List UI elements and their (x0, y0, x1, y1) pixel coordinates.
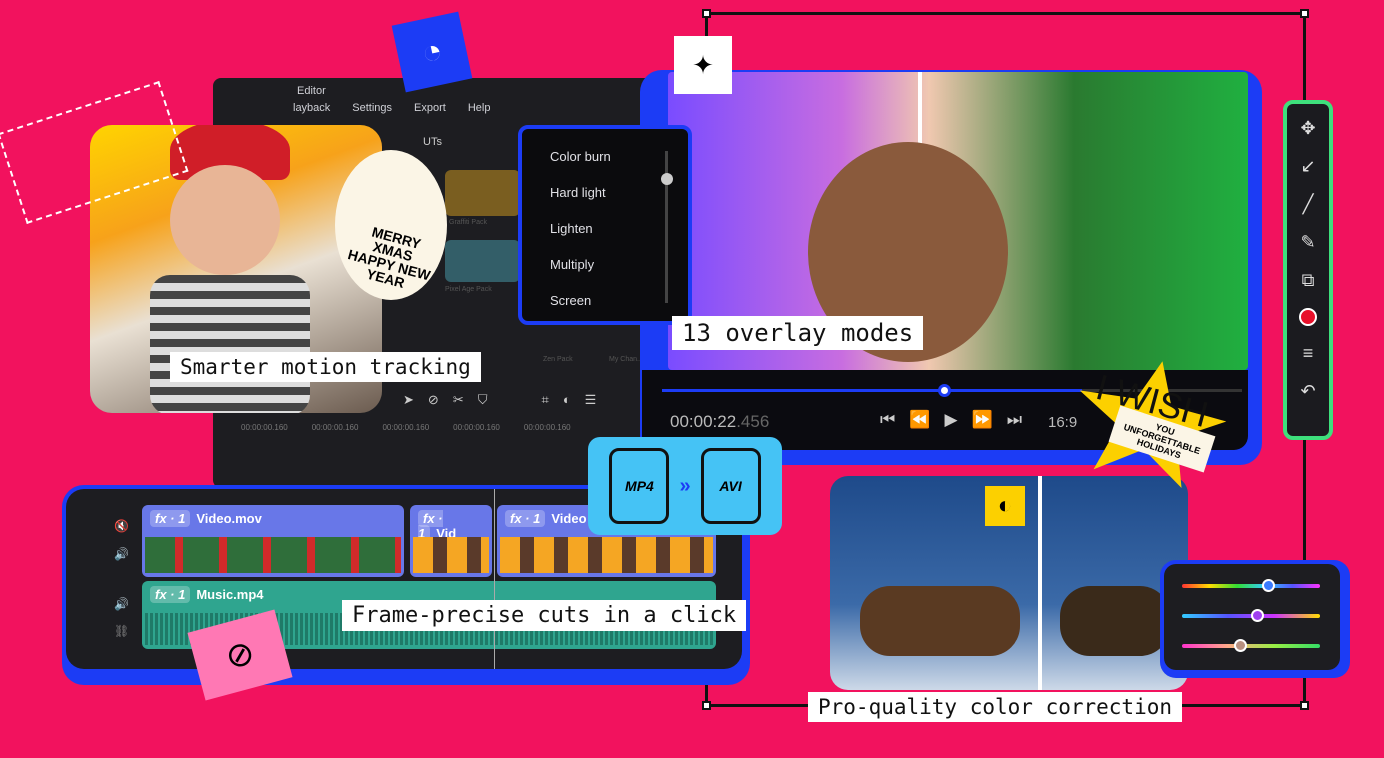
reindeer (1060, 586, 1170, 656)
menu-settings[interactable]: Settings (352, 102, 392, 114)
time-ruler[interactable]: 00:00:00.160 00:00:00.160 00:00:00.160 00:0… (241, 423, 571, 432)
clip-thumbnails (500, 537, 713, 573)
seek-progress[interactable] (662, 389, 1082, 392)
scrollbar-thumb[interactable] (661, 173, 673, 185)
pack-thumb[interactable] (445, 170, 520, 216)
clip-name: Video.mov (196, 511, 262, 526)
clip-name: Music.mp4 (196, 587, 264, 602)
pack-label: Graffiti Pack (449, 219, 487, 226)
shield-icon[interactable]: ⛉ (478, 392, 488, 408)
shapes-icon[interactable]: ⧉ (1302, 270, 1315, 291)
format-converter: MP4 » AVI (588, 437, 782, 535)
sparkle-icon: ✦ (674, 36, 732, 94)
undo-icon[interactable]: ↶ (1300, 381, 1315, 402)
caption-color: Pro-quality color correction (808, 692, 1183, 722)
menu-export[interactable]: Export (414, 102, 446, 114)
avi-file-icon: AVI (700, 448, 761, 524)
pack-label: Pixel Age Pack (445, 286, 492, 293)
clip-name: Video (551, 511, 587, 526)
skip-end-icon[interactable]: ⏭ (1007, 410, 1022, 430)
resize-handle[interactable] (702, 701, 711, 710)
face (170, 165, 280, 275)
window-title: Editor (297, 85, 326, 97)
blend-mode-dropdown[interactable]: Color burn Hard light Lighten Multiply S… (518, 125, 692, 325)
aspect-ratio[interactable]: 16:9 (1048, 414, 1077, 431)
color-sliders-panel (1160, 560, 1350, 678)
ruler-tick: 00:00:00.160 (241, 423, 288, 432)
line-icon[interactable]: ╱ (1303, 194, 1314, 215)
fx-badge[interactable]: fx · 1 (150, 510, 191, 527)
crop-icon[interactable]: ⌗ (541, 392, 548, 408)
current-time: 00:00:22 (670, 412, 737, 431)
pack-label: Zen Pack (543, 356, 573, 363)
fx-badge[interactable]: fx · 1 (505, 510, 546, 527)
volume-icon[interactable]: 🔊 (114, 547, 129, 561)
edit-tools: ➤ ⊘ ✂ ⛉ ⌗ ◐ ☰ (403, 392, 596, 408)
slider-thumb[interactable] (1250, 609, 1264, 622)
scissors-icon[interactable]: ✂ (453, 392, 464, 408)
rewind-icon[interactable]: ⏪ (909, 410, 930, 430)
resize-handle[interactable] (1300, 9, 1309, 18)
fx-badge[interactable]: fx · 1 (150, 586, 191, 603)
menu-icon[interactable]: ≡ (1303, 343, 1314, 364)
split-line[interactable] (1038, 476, 1042, 690)
convert-arrow-icon: » (679, 474, 691, 497)
ruler-tick: 00:00:00.160 (311, 423, 359, 432)
mute-icon[interactable]: 🔇 (114, 519, 129, 533)
reindeer (860, 586, 1020, 656)
tracking-icon[interactable]: ⊘ (428, 392, 439, 408)
arrow-icon[interactable]: ↙ (1300, 156, 1315, 177)
video-clip[interactable]: fx · 1 Video.mov (142, 505, 404, 577)
unlink-icon[interactable]: ⛓ (114, 624, 129, 638)
slider-thumb[interactable] (1233, 639, 1247, 652)
seek-handle[interactable] (938, 384, 951, 397)
move-icon[interactable]: ✥ (1300, 118, 1315, 139)
target-format: AVI (719, 478, 742, 494)
saturation-slider[interactable] (1182, 609, 1320, 622)
play-icon[interactable]: ▶ (944, 410, 957, 430)
pen-icon[interactable]: ✎ (1300, 232, 1315, 253)
caption-motion: Smarter motion tracking (170, 352, 481, 382)
menu-help[interactable]: Help (468, 102, 491, 114)
skip-start-icon[interactable]: ⏮ (880, 410, 895, 430)
playhead[interactable] (494, 489, 495, 669)
caption-overlay: 13 overlay modes (672, 316, 924, 350)
clip-thumbnails (413, 537, 489, 573)
luminance-slider[interactable] (1182, 639, 1320, 652)
resize-handle[interactable] (1300, 701, 1309, 710)
color-picker-icon[interactable] (1299, 308, 1317, 326)
contrast-icon: ◐ (985, 486, 1025, 526)
clip-thumbnails (145, 537, 401, 573)
color-correction-photo: ◐ (830, 476, 1188, 690)
mp4-file-icon: MP4 (609, 448, 670, 524)
caption-cuts: Frame-precise cuts in a click (342, 600, 747, 631)
slider-thumb[interactable] (1261, 579, 1275, 592)
ruler-tick: 00:00:00.160 (453, 423, 500, 432)
menu-bar: layback Settings Export Help (293, 102, 490, 114)
drawing-toolbar: ✥ ↙ ╱ ✎ ⧉ ≡ ↶ (1283, 100, 1333, 440)
pack-label: My Chan... (609, 356, 643, 363)
ruler-tick: 00:00:00.160 (382, 423, 430, 432)
sweater (150, 275, 310, 413)
santa-sticker: MERRY XMAS HAPPY NEW YEAR (335, 150, 447, 300)
ruler-tick: 00:00:00.160 (523, 423, 571, 432)
resize-handle[interactable] (702, 9, 711, 18)
volume-icon[interactable]: 🔊 (114, 597, 129, 611)
current-time-ms: .456 (736, 412, 770, 431)
menu-playback[interactable]: layback (293, 102, 330, 114)
color-icon[interactable]: ◐ (563, 392, 571, 408)
sticker-app-icon: ◔ (391, 11, 473, 93)
adjust-icon[interactable]: ☰ (585, 392, 597, 408)
tab-luts[interactable]: UTs (423, 136, 442, 148)
pack-thumb[interactable] (445, 240, 520, 282)
fast-forward-icon[interactable]: ⏩ (972, 410, 993, 430)
source-format: MP4 (625, 478, 654, 494)
video-clip[interactable]: fx · 1 Vid (410, 505, 492, 577)
hue-slider[interactable] (1182, 579, 1320, 592)
select-icon[interactable]: ➤ (403, 392, 414, 408)
